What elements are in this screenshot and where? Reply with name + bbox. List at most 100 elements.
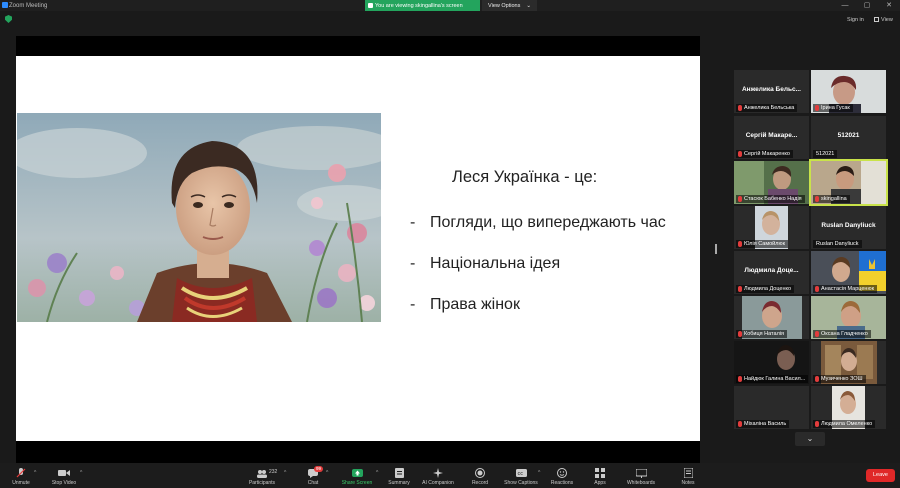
participant-label: Ruslan Danyliuck [813, 240, 862, 248]
chat-options-caret[interactable]: ^ [326, 470, 328, 476]
participant-tile[interactable]: Стасюк Бабенко Надія [734, 161, 809, 204]
portrait-painting [17, 113, 381, 322]
muted-mic-icon [738, 421, 742, 427]
chat-unread-badge: 99 [314, 466, 324, 472]
muted-mic-icon [815, 286, 819, 292]
bullet-text: Національна ідея [430, 255, 561, 272]
record-label: Record [471, 480, 489, 486]
participant-tile[interactable]: Найдюк Галина Васил... [734, 341, 809, 384]
participant-tile[interactable]: Ірина Гусак [811, 70, 886, 113]
participant-label: Анжелика Бельськa [736, 104, 798, 112]
video-camera-icon [58, 468, 70, 478]
participant-name: Сергій Макаре... [745, 132, 798, 139]
show-captions-label: Show Captions [504, 480, 538, 486]
chevron-down-icon: ⌄ [806, 434, 814, 443]
participant-tile[interactable]: Оксана Гладченко [811, 296, 886, 339]
chat-bubble-icon: 99 [307, 466, 324, 478]
participant-tile[interactable]: Людмила Доце... Людмила Доценко [734, 251, 809, 294]
chat-button[interactable]: 99 Chat [302, 463, 324, 488]
summary-document-icon [393, 468, 405, 478]
apps-icon [594, 468, 606, 478]
reactions-button[interactable]: Reactions [546, 463, 578, 488]
share-options-caret[interactable]: ^ [376, 470, 378, 476]
slide-title: Леся Українка - це: [452, 168, 598, 186]
record-button[interactable]: Record [466, 463, 494, 488]
participant-tile[interactable]: Ruslan Danyliuck Ruslan Danyliuck [811, 206, 886, 249]
participants-button[interactable]: 232 Participants [244, 463, 280, 488]
bullet-dash: - [410, 255, 416, 272]
muted-mic-icon [738, 376, 742, 382]
participant-tile[interactable]: Анастасія Марценюк [811, 251, 886, 294]
bullet-text: Погляди, що випереджають час [430, 214, 666, 231]
participants-label: Participants [248, 480, 276, 486]
sign-in-button[interactable]: Sign in [847, 17, 864, 23]
audio-options-caret[interactable]: ^ [34, 470, 36, 476]
close-window-button[interactable]: ✕ [878, 0, 900, 11]
share-screen-button[interactable]: Share Screen [338, 463, 376, 488]
participants-count: 232 [269, 469, 278, 475]
window-controls: — ▢ ✕ [834, 0, 900, 11]
notes-button[interactable]: Notes [676, 463, 700, 488]
ai-companion-button[interactable]: AI Companion [418, 463, 458, 488]
captions-icon: cc [515, 468, 527, 478]
participant-tile[interactable]: Анжелика Бельс... Анжелика Бельськa [734, 70, 809, 113]
gallery-scroll-down-button[interactable]: ⌄ [795, 432, 825, 446]
participant-name: Людмила Доце... [744, 267, 799, 274]
participant-label: Міхаліна Василь [736, 420, 790, 428]
meeting-toolbar: Unmute ^ Stop Video ^ 232 Participants ^… [0, 463, 900, 488]
video-options-caret[interactable]: ^ [80, 470, 82, 476]
muted-mic-icon [815, 421, 819, 427]
participant-tile[interactable]: Кобиця Наталія [734, 296, 809, 339]
minimize-button[interactable]: — [834, 0, 856, 11]
stop-video-button[interactable]: Stop Video [48, 463, 80, 488]
participant-tile[interactable]: Людмила Омеленко [811, 386, 886, 429]
whiteboard-icon [635, 468, 647, 478]
share-screen-icon [368, 3, 373, 8]
summary-button[interactable]: Summary [384, 463, 414, 488]
view-button[interactable]: View [874, 17, 893, 23]
ai-sparkle-icon [432, 468, 444, 478]
participant-label: Музиченко ЗОШ [813, 375, 866, 383]
captions-options-caret[interactable]: ^ [538, 470, 540, 476]
panel-resize-handle[interactable] [715, 244, 717, 254]
view-options-button[interactable]: View Options ⌄ [482, 0, 537, 11]
security-shield-icon[interactable] [5, 15, 12, 23]
participant-name: 512021 [837, 132, 860, 139]
chevron-down-icon: ⌄ [526, 2, 531, 9]
slide-bullet: - Погляди, що випереджають час [410, 214, 666, 232]
leave-meeting-button[interactable]: Leave [866, 469, 895, 482]
participants-options-caret[interactable]: ^ [284, 470, 286, 476]
stop-video-label: Stop Video [51, 480, 77, 486]
participant-tile[interactable]: Міхаліна Василь [734, 386, 809, 429]
unmute-label: Unmute [12, 480, 30, 486]
summary-label: Summary [388, 480, 410, 486]
unmute-button[interactable]: Unmute [8, 463, 34, 488]
show-captions-button[interactable]: cc Show Captions [500, 463, 542, 488]
bullet-dash: - [410, 296, 416, 313]
participant-tile[interactable]: Музиченко ЗОШ [811, 341, 886, 384]
share-screen-label: Share Screen [341, 480, 373, 486]
participant-label: 512021 [813, 150, 838, 158]
presentation-slide: Леся Українка - це: - Погляди, що виперед… [16, 56, 700, 441]
whiteboards-label: Whiteboards [626, 480, 656, 486]
participant-label: Стасюк Бабенко Надія [736, 195, 805, 203]
bullet-text: Права жінок [430, 296, 520, 313]
participant-label: skingallina [813, 195, 850, 203]
muted-mic-icon [815, 331, 819, 337]
whiteboards-button[interactable]: Whiteboards [622, 463, 660, 488]
maximize-button[interactable]: ▢ [856, 0, 878, 11]
bullet-dash: - [410, 214, 416, 231]
participant-label: Найдюк Галина Васил... [736, 375, 809, 383]
participant-label: Сергій Макаренко [736, 150, 793, 158]
participant-tile[interactable]: 512021 512021 [811, 116, 886, 159]
participant-tile[interactable]: Юлія Самойлюк [734, 206, 809, 249]
muted-mic-icon [738, 105, 742, 111]
participant-name: Анжелика Бельс... [741, 86, 801, 93]
zoom-logo-icon [2, 2, 8, 8]
muted-mic-icon [738, 151, 742, 157]
participant-tile-active-speaker[interactable]: skingallina [809, 159, 888, 206]
apps-button[interactable]: Apps [588, 463, 612, 488]
participant-tile[interactable]: Сергій Макаре... Сергій Макаренко [734, 116, 809, 159]
slide-bullet: - Права жінок [410, 296, 520, 314]
muted-mic-icon [815, 376, 819, 382]
